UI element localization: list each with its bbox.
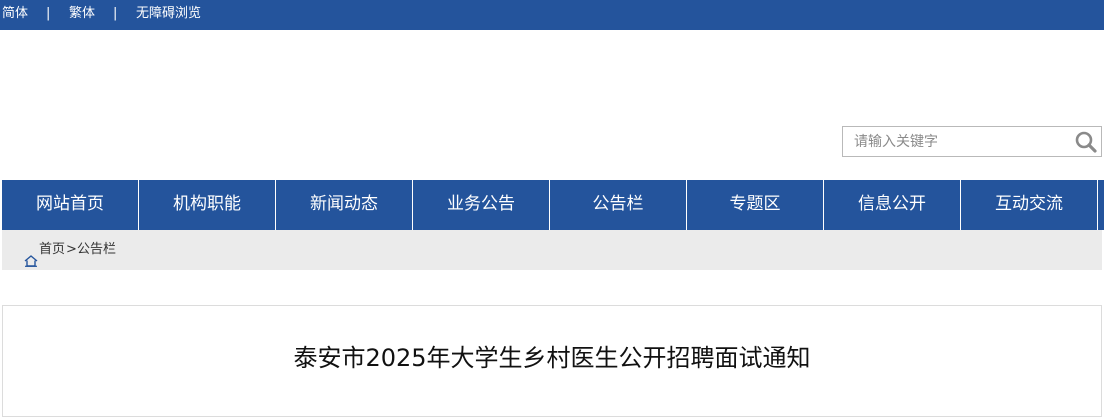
article-title: 泰安市2025年大学生乡村医生公开招聘面试通知 bbox=[293, 344, 811, 372]
nav-item-special-topics[interactable]: 专题区 bbox=[687, 180, 824, 230]
nav-item-interaction[interactable]: 互动交流 bbox=[961, 180, 1098, 230]
topbar-divider: | bbox=[46, 6, 51, 21]
topbar-divider: | bbox=[113, 6, 118, 21]
article-panel: 泰安市2025年大学生乡村医生公开招聘面试通知 bbox=[2, 305, 1102, 417]
simplified-chinese-link[interactable]: 简体 bbox=[2, 0, 28, 28]
search-box bbox=[842, 126, 1102, 157]
breadcrumb: 首页 > 公告栏 bbox=[2, 230, 1102, 270]
search-input[interactable] bbox=[843, 127, 1074, 156]
nav-item-bulletin-board[interactable]: 公告栏 bbox=[550, 180, 687, 230]
search-icon[interactable] bbox=[1073, 129, 1099, 155]
nav-item-home[interactable]: 网站首页 bbox=[2, 180, 139, 230]
accessibility-link[interactable]: 无障碍浏览 bbox=[136, 0, 201, 28]
nav-item-news[interactable]: 新闻动态 bbox=[276, 180, 413, 230]
home-icon bbox=[24, 244, 38, 267]
nav-item-organization-functions[interactable]: 机构职能 bbox=[139, 180, 276, 230]
top-utility-bar: 简体 | 繁体 | 无障碍浏览 bbox=[0, 0, 1104, 30]
breadcrumb-separator: > bbox=[66, 242, 77, 257]
nav-item-business-announcements[interactable]: 业务公告 bbox=[413, 180, 550, 230]
nav-item-information-disclosure[interactable]: 信息公开 bbox=[824, 180, 961, 230]
breadcrumb-home-link[interactable]: 首页 bbox=[39, 230, 65, 270]
traditional-chinese-link[interactable]: 繁体 bbox=[69, 0, 95, 28]
main-navigation: 网站首页 机构职能 新闻动态 业务公告 公告栏 专题区 信息公开 互动交流 bbox=[2, 180, 1104, 230]
breadcrumb-current[interactable]: 公告栏 bbox=[77, 230, 116, 270]
